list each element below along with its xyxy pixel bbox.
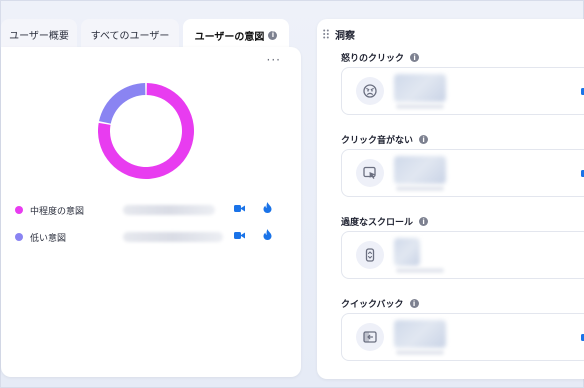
insight-label-rage-clicks: 怒りのクリック i [341,51,420,64]
session-thumbnail [394,156,446,184]
session-thumbnail [394,320,446,348]
legend-label: 中程度の意図 [30,206,85,217]
info-icon[interactable]: i [268,30,278,40]
donut-slice-low-intent[interactable] [99,83,146,124]
tab-all-users[interactable]: すべてのユーザー [81,19,179,49]
tab-label: すべてのユーザー [90,30,170,42]
drag-handle-icon[interactable] [323,29,329,39]
user-intent-card: ··· 中程度の意図 低い意図 [1,47,301,377]
redacted-value [396,350,444,355]
app-frame: ユーザー概要 すべてのユーザー ユーザーの意図 i ··· 中程度の意図 低い意… [0,0,584,388]
session-thumbnail [394,74,446,102]
redacted-value [396,268,444,273]
fire-icon[interactable] [263,202,272,213]
insights-panel: 洞察 怒りのクリック i クリック音がない i 過度なスクロール i クイックバ… [317,19,584,379]
insight-label-dead-clicks: クリック音がない i [341,133,429,146]
tab-label: ユーザーの意図 [194,31,265,43]
tab-label: ユーザー概要 [9,30,69,42]
info-icon[interactable]: i [410,53,420,62]
insight-label-excessive-scrolling: 過度なスクロール i [341,215,429,228]
video-icon[interactable] [234,231,245,240]
info-icon[interactable]: i [419,135,429,144]
info-icon[interactable]: i [419,217,429,226]
insight-card-excessive-scrolling[interactable] [341,231,584,279]
angry-face-icon [356,77,384,105]
redacted-value [396,186,444,191]
fire-icon[interactable] [263,229,272,240]
redacted-value [396,104,444,109]
redacted-value [123,232,223,242]
insight-card-dead-clicks[interactable] [341,149,584,197]
video-icon[interactable] [234,204,245,213]
legend-swatch [15,233,23,241]
legend-swatch [15,206,23,214]
info-icon[interactable]: i [409,299,419,308]
back-arrow-icon [356,323,384,351]
redacted-value [123,205,215,215]
session-thumbnail [394,238,420,266]
section-title: 怒りのクリック [341,54,405,64]
legend-label: 低い意図 [30,233,67,244]
tab-user-overview[interactable]: ユーザー概要 [1,19,77,49]
scroll-icon [356,241,384,269]
section-title: クイックバック [341,300,404,310]
section-title: 過度なスクロール [341,218,414,228]
insights-title: 洞察 [335,31,355,42]
more-options-icon[interactable]: ··· [267,53,281,67]
insight-card-rage-clicks[interactable] [341,67,584,115]
intent-donut-chart [98,83,195,179]
insight-card-quick-back[interactable] [341,313,584,361]
section-title: クリック音がない [341,136,414,146]
insight-label-quick-back: クイックバック i [341,297,419,310]
cursor-click-icon [356,159,384,187]
